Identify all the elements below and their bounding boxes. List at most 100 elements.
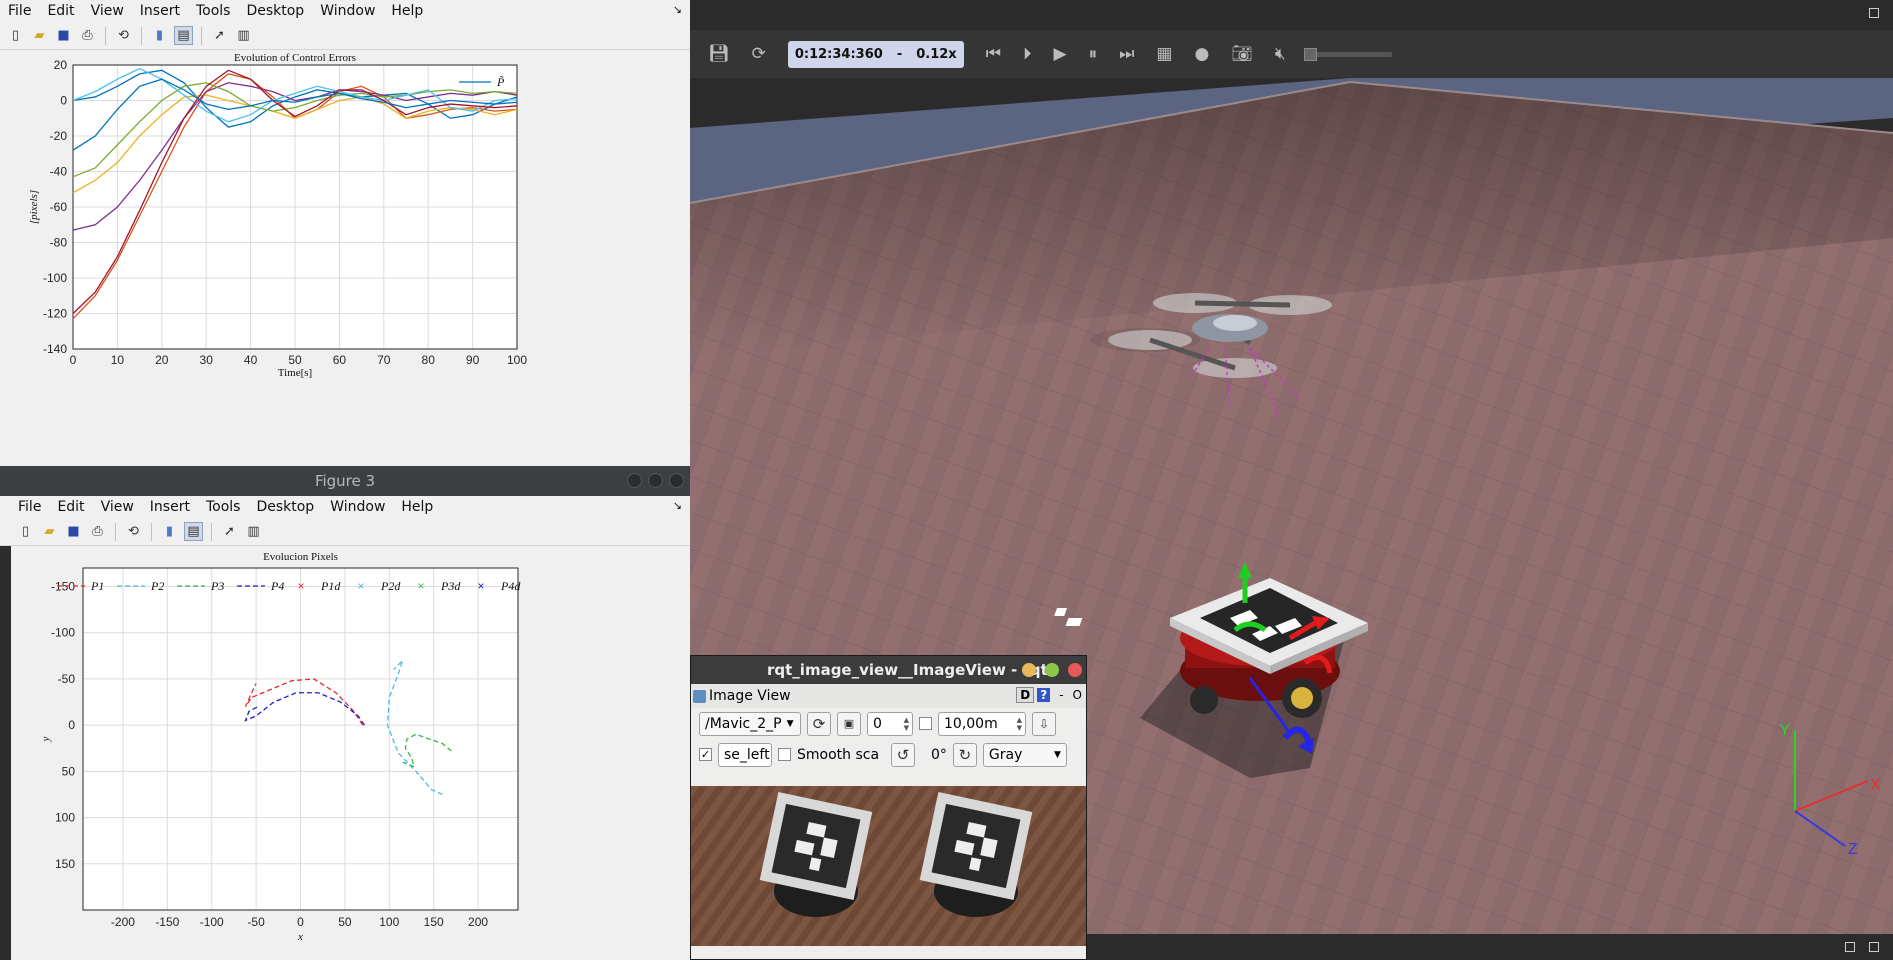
menu-desktop[interactable]: Desktop bbox=[246, 3, 304, 19]
mute-icon[interactable]: 🔇︎ bbox=[1275, 44, 1286, 64]
colormap-select[interactable]: Gray ▼ bbox=[982, 742, 1067, 767]
spin-arrows-icon[interactable]: ▲ ▼ bbox=[1017, 716, 1022, 732]
menu-view[interactable]: View bbox=[91, 3, 124, 19]
image-index-spinbox[interactable]: 0 ▲ ▼ bbox=[867, 711, 913, 736]
y-tick-label: -60 bbox=[50, 200, 68, 214]
legend-label-P2: P2 bbox=[150, 579, 164, 593]
rqt-image-view-window: rqt_image_view__ImageView - rqt Image Vi… bbox=[690, 655, 1087, 960]
camera-icon[interactable]: 📷︎ bbox=[1231, 44, 1253, 64]
rqt-titlebar: rqt_image_view__ImageView - rqt bbox=[691, 656, 1086, 684]
help-button[interactable]: ? bbox=[1037, 688, 1051, 702]
chevron-down-icon: ▼ bbox=[786, 718, 794, 729]
save-icon[interactable]: ■ bbox=[64, 522, 83, 541]
menu-window[interactable]: Window bbox=[320, 3, 375, 19]
save-icon[interactable]: 💾︎ bbox=[708, 44, 730, 64]
fig2-plot-area: 0 10 20 30 40 50 60 70 80 90 100 20 0 -20 -40 -60 -80 -10… bbox=[0, 50, 690, 466]
y-tick-label: -100 bbox=[43, 271, 67, 285]
pointer-icon[interactable]: ➚ bbox=[210, 26, 229, 45]
sim-time: 0:12:34:360 bbox=[794, 46, 883, 62]
property-editor-icon[interactable]: ▥ bbox=[234, 26, 253, 45]
smooth-scaling-checkbox[interactable] bbox=[778, 748, 791, 761]
fast-forward-icon[interactable]: ⏭ bbox=[1119, 44, 1134, 64]
rotation-value: 0° bbox=[931, 746, 947, 763]
pointer-icon[interactable]: ➚ bbox=[220, 522, 239, 541]
menu-edit[interactable]: Edit bbox=[57, 499, 84, 515]
menu-view[interactable]: View bbox=[101, 499, 134, 515]
pause-icon[interactable]: ⏸ bbox=[1089, 44, 1098, 64]
fig3-titlebar: Figure 3 bbox=[0, 466, 690, 496]
step-icon[interactable]: ⏵︎ bbox=[1023, 44, 1032, 64]
undock-icon[interactable]: ↘ bbox=[673, 3, 682, 16]
publish-point-icon[interactable]: ⇩ bbox=[1032, 711, 1056, 736]
gazebo-toolbar: 💾︎ ⟳ 0:12:34:360 - 0.12x ⏮ ⏵︎ ▶ ⏸ ⏭ ▦ ● … bbox=[690, 30, 1893, 78]
new-figure-icon[interactable]: ▯ bbox=[16, 522, 35, 541]
menu-help[interactable]: Help bbox=[401, 499, 433, 515]
record-icon[interactable]: ▦ bbox=[1156, 44, 1172, 64]
close-button[interactable] bbox=[1068, 663, 1082, 677]
print-icon[interactable]: ⎙ bbox=[88, 522, 107, 541]
property-editor-icon[interactable]: ▥ bbox=[244, 522, 263, 541]
minimize-button[interactable] bbox=[627, 473, 642, 488]
new-figure-icon[interactable]: ▯ bbox=[6, 26, 25, 45]
menu-desktop[interactable]: Desktop bbox=[256, 499, 314, 515]
minimize-button[interactable] bbox=[1022, 663, 1036, 677]
restore-icon[interactable] bbox=[1845, 942, 1855, 952]
x-tick-label: 100 bbox=[379, 915, 399, 929]
fig3-plot-area: -200 -150 -100 -50 0 50 100 150 200 -150 -100 -50 0 5… bbox=[11, 546, 690, 960]
menu-tools[interactable]: Tools bbox=[206, 499, 241, 515]
fig3-menubar: File Edit View Insert Tools Desktop Wind… bbox=[0, 496, 690, 518]
max-range-checkbox[interactable] bbox=[919, 717, 932, 730]
play-icon[interactable]: ▶ bbox=[1054, 44, 1067, 64]
legend-icon[interactable]: ▤ bbox=[174, 26, 193, 45]
legend-marker: × bbox=[477, 579, 484, 593]
spin-arrows-icon[interactable]: ▲ ▼ bbox=[904, 716, 909, 732]
undock-icon[interactable]: ↘ bbox=[673, 499, 682, 512]
save-icon[interactable]: ■ bbox=[54, 26, 73, 45]
y-tick-label: -20 bbox=[50, 129, 68, 143]
menu-insert[interactable]: Insert bbox=[150, 499, 190, 515]
topic-select[interactable]: /Mavic_2_P ▼ bbox=[699, 711, 801, 736]
legend-marker: × bbox=[417, 579, 424, 593]
circle-icon[interactable]: ● bbox=[1194, 44, 1209, 64]
colorbar-icon[interactable]: ▮ bbox=[150, 26, 169, 45]
rotate-left-icon[interactable]: ↺ bbox=[891, 742, 915, 767]
y-tick-label: -80 bbox=[50, 236, 68, 250]
x-axis-label: x bbox=[297, 931, 303, 943]
max-range-spinbox[interactable]: 10,00m ▲ ▼ bbox=[938, 711, 1026, 736]
link-plot-icon[interactable]: ⟲ bbox=[124, 522, 143, 541]
maximize-button[interactable] bbox=[1045, 663, 1059, 677]
menu-file[interactable]: File bbox=[18, 499, 41, 515]
menu-window[interactable]: Window bbox=[330, 499, 385, 515]
link-plot-icon[interactable]: ⟲ bbox=[114, 26, 133, 45]
reset-icon[interactable]: ⟳ bbox=[752, 44, 766, 64]
y-tick-label: -100 bbox=[51, 626, 75, 640]
menu-insert[interactable]: Insert bbox=[140, 3, 180, 19]
open-file-icon[interactable]: ▰ bbox=[30, 26, 49, 45]
maximize-icon[interactable] bbox=[1869, 942, 1879, 952]
figure-3-window: Figure 3 File Edit View Insert Tools Des… bbox=[0, 466, 690, 960]
save-image-icon[interactable]: ▣ bbox=[837, 711, 861, 736]
menu-edit[interactable]: Edit bbox=[47, 3, 74, 19]
minimize-plugin-button[interactable]: - bbox=[1059, 688, 1063, 702]
dock-button[interactable]: D bbox=[1016, 687, 1035, 703]
rotate-right-icon[interactable]: ↻ bbox=[952, 742, 977, 767]
colorbar-icon[interactable]: ▮ bbox=[160, 522, 179, 541]
axis-z-label: Z bbox=[1848, 841, 1858, 858]
open-file-icon[interactable]: ▰ bbox=[40, 522, 59, 541]
maximize-icon[interactable] bbox=[1869, 8, 1879, 18]
print-icon[interactable]: ⎙ bbox=[78, 26, 97, 45]
menu-file[interactable]: File bbox=[8, 3, 31, 19]
topic2-field[interactable]: se_left bbox=[718, 742, 772, 767]
menu-tools[interactable]: Tools bbox=[196, 3, 231, 19]
volume-slider[interactable] bbox=[1303, 47, 1392, 61]
enable-checkbox[interactable]: ✓ bbox=[699, 748, 712, 761]
x-tick-label: 0 bbox=[70, 353, 77, 367]
maximize-button[interactable] bbox=[648, 473, 663, 488]
legend-icon[interactable]: ▤ bbox=[184, 522, 203, 541]
menu-help[interactable]: Help bbox=[391, 3, 423, 19]
close-button[interactable] bbox=[669, 473, 684, 488]
close-plugin-button[interactable]: O bbox=[1073, 688, 1082, 702]
legend-label-P1d: P1d bbox=[320, 579, 341, 593]
refresh-topics-icon[interactable]: ⟳ bbox=[807, 711, 831, 736]
step-back-icon[interactable]: ⏮ bbox=[986, 44, 1001, 64]
